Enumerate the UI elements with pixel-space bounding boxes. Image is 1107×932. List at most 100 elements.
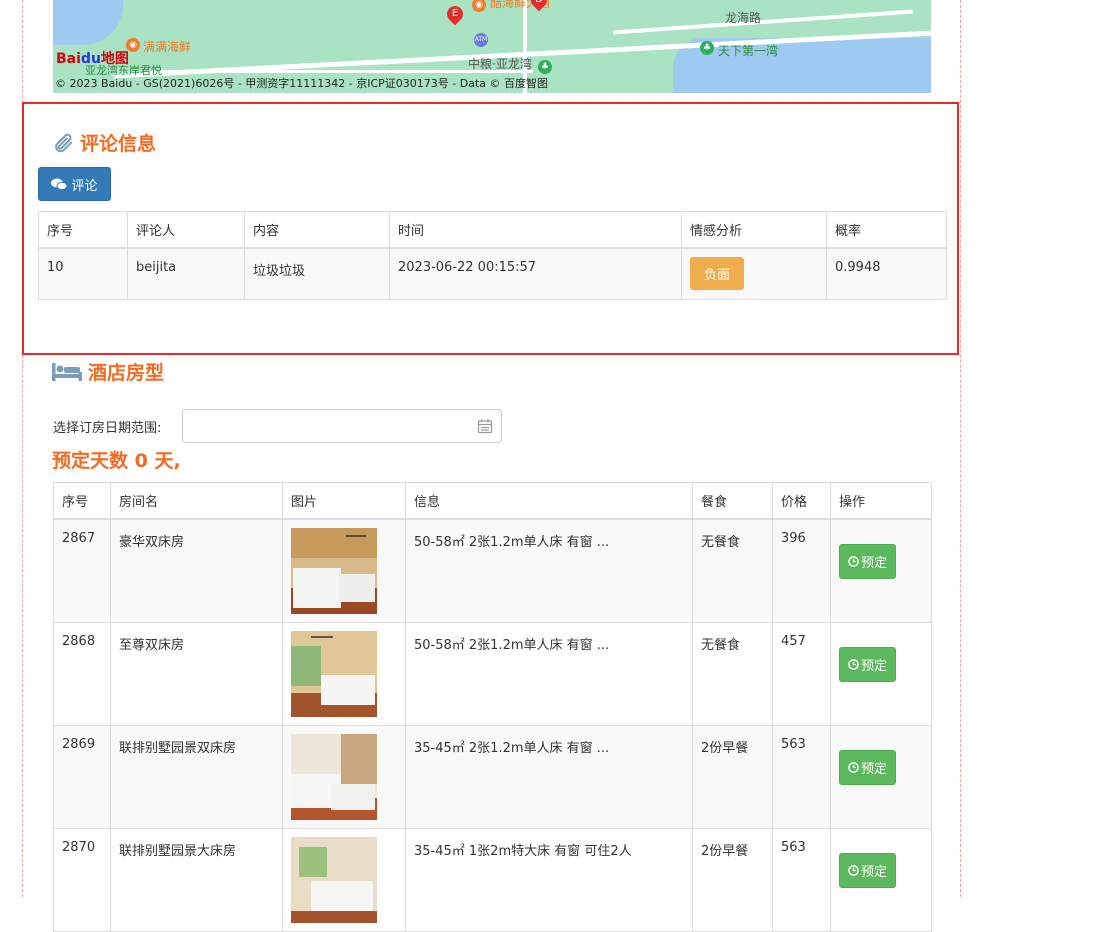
- map-poi[interactable]: 天下第一湾: [718, 42, 778, 59]
- atm-icon: ATM: [474, 33, 488, 47]
- comment-row: 10 beijita 垃圾垃圾 2023-06-22 00:15:57 负面 0…: [38, 247, 947, 300]
- room-id: 2868: [53, 621, 111, 726]
- room-action-cell: 预定: [830, 724, 932, 829]
- room-table-header: 序号 房间名 图片 信息 餐食 价格 操作: [53, 482, 932, 520]
- column-header: 信息: [405, 482, 693, 520]
- room-name: 至尊双床房: [110, 621, 283, 726]
- room-info: 50-58㎡ 2张1.2m单人床 有窗 ...: [405, 621, 693, 726]
- column-header: 房间名: [110, 482, 283, 520]
- column-header: 价格: [772, 482, 831, 520]
- room-price: 563: [772, 724, 831, 829]
- comment-content: 垃圾垃圾: [244, 247, 390, 300]
- comment-probability: 0.9948: [826, 247, 947, 300]
- room-price: 396: [772, 518, 831, 623]
- column-header: 内容: [244, 211, 390, 249]
- room-image-cell: [282, 518, 406, 623]
- room-row: 2869 联排别墅园景双床房 35-45㎡ 2张1.2m单人床 有窗 ... 2…: [53, 724, 932, 829]
- comment-button-label: 评论: [71, 178, 98, 194]
- room-name: 联排别墅园景双床房: [110, 724, 283, 829]
- clock-icon: [848, 556, 859, 567]
- comment-table-header: 序号 评论人 内容 时间 情感分析 概率: [38, 211, 947, 249]
- hotel-map[interactable]: 满满海鲜 龙海路 天下第一湾 中粮·亚龙湾 醋海鲜大酒 亚龙湾东岸君悦 ◉ ◉ …: [53, 0, 931, 93]
- book-button[interactable]: 预定: [839, 646, 897, 682]
- book-button[interactable]: 预定: [839, 852, 897, 888]
- room-meal: 2份早餐: [692, 827, 773, 932]
- room-id: 2867: [53, 518, 111, 623]
- column-header: 情感分析: [681, 211, 827, 249]
- column-header: 概率: [826, 211, 947, 249]
- comment-button[interactable]: 评论: [38, 167, 111, 201]
- map-copyright: © 2023 Baidu - GS(2021)6026号 - 甲测资字11111…: [55, 77, 549, 90]
- park-icon: ♣: [538, 60, 552, 74]
- comment-table: 序号 评论人 内容 时间 情感分析 概率 10 beijita 垃圾垃圾 202…: [38, 211, 947, 300]
- park-icon: ♣: [700, 41, 714, 55]
- room-info: 50-58㎡ 2张1.2m单人床 有窗 ...: [405, 518, 693, 623]
- room-action-cell: 预定: [830, 518, 932, 623]
- map-poi[interactable]: 满满海鲜: [143, 38, 191, 55]
- room-row: 2868 至尊双床房 50-58㎡ 2张1.2m单人床 有窗 ... 无餐食 4…: [53, 621, 932, 726]
- room-meal: 2份早餐: [692, 724, 773, 829]
- room-id: 2869: [53, 724, 111, 829]
- book-button-label: 预定: [861, 658, 888, 674]
- room-meal: 无餐食: [692, 621, 773, 726]
- room-meal: 无餐食: [692, 518, 773, 623]
- room-info: 35-45㎡ 2张1.2m单人床 有窗 ...: [405, 724, 693, 829]
- room-section-title-text: 酒店房型: [88, 362, 165, 384]
- map-lake: [53, 0, 123, 45]
- map-poi[interactable]: 龙海路: [725, 9, 761, 26]
- room-action-cell: 预定: [830, 827, 932, 932]
- baidu-map-logo: Baidu地图: [56, 51, 129, 67]
- room-name: 豪华双床房: [110, 518, 283, 623]
- column-header: 序号: [53, 482, 111, 520]
- booking-days-text: 预定天数 0 天,: [52, 450, 181, 472]
- map-marker-e[interactable]: E: [443, 2, 467, 26]
- room-id: 2870: [53, 827, 111, 932]
- room-image-cell: [282, 724, 406, 829]
- room-action-cell: 预定: [830, 621, 932, 726]
- room-row: 2867 豪华双床房 50-58㎡ 2张1.2m单人床 有窗 ... 无餐食 3…: [53, 518, 932, 623]
- room-photo: [291, 630, 377, 717]
- room-info: 35-45㎡ 1张2m特大床 有窗 可住2人: [405, 827, 693, 932]
- book-button-label: 预定: [861, 761, 888, 777]
- bed-icon: [52, 362, 82, 381]
- chat-icon: [51, 178, 68, 190]
- book-button-label: 预定: [861, 556, 888, 571]
- room-photo: [291, 733, 377, 820]
- right-guide-line: [960, 0, 961, 897]
- restaurant-icon: ◉: [472, 0, 486, 12]
- clock-icon: [848, 761, 859, 773]
- column-header: 操作: [830, 482, 932, 520]
- column-header: 序号: [38, 211, 128, 249]
- book-button[interactable]: 预定: [839, 544, 897, 579]
- map-poi[interactable]: 中粮·亚龙湾: [468, 55, 532, 72]
- room-row: 2870 联排别墅园景大床房 35-45㎡ 1张2m特大床 有窗 可住2人 2份…: [53, 827, 932, 932]
- room-image-cell: [282, 827, 406, 932]
- column-header: 时间: [389, 211, 682, 249]
- column-header: 餐食: [692, 482, 773, 520]
- room-price: 563: [772, 827, 831, 932]
- comment-time: 2023-06-22 00:15:57: [389, 247, 682, 300]
- room-table: 序号 房间名 图片 信息 餐食 价格 操作 2867 豪华双床房 50-58㎡ …: [53, 482, 932, 932]
- room-photo: [291, 528, 377, 614]
- room-section-title: 酒店房型: [52, 358, 164, 385]
- map-road: [613, 9, 913, 35]
- comment-id: 10: [38, 247, 128, 300]
- date-range-label: 选择订房日期范围:: [53, 421, 162, 436]
- comment-section-title: 评论信息: [52, 129, 156, 156]
- clock-icon: [848, 658, 859, 670]
- comment-user: beijita: [127, 247, 245, 300]
- book-button-label: 预定: [861, 864, 888, 880]
- room-image-cell: [282, 621, 406, 726]
- comment-section-title-text: 评论信息: [80, 133, 157, 155]
- book-button[interactable]: 预定: [839, 749, 897, 785]
- paperclip-icon: [55, 133, 73, 152]
- sentiment-badge: 负面: [690, 257, 745, 290]
- room-name: 联排别墅园景大床房: [110, 827, 283, 932]
- comment-sentiment-cell: 负面: [681, 247, 827, 300]
- column-header: 评论人: [127, 211, 245, 249]
- clock-icon: [848, 864, 859, 876]
- room-photo: [291, 836, 377, 923]
- calendar-icon[interactable]: [477, 418, 493, 434]
- column-header: 图片: [282, 482, 406, 520]
- date-range-input[interactable]: [182, 409, 502, 443]
